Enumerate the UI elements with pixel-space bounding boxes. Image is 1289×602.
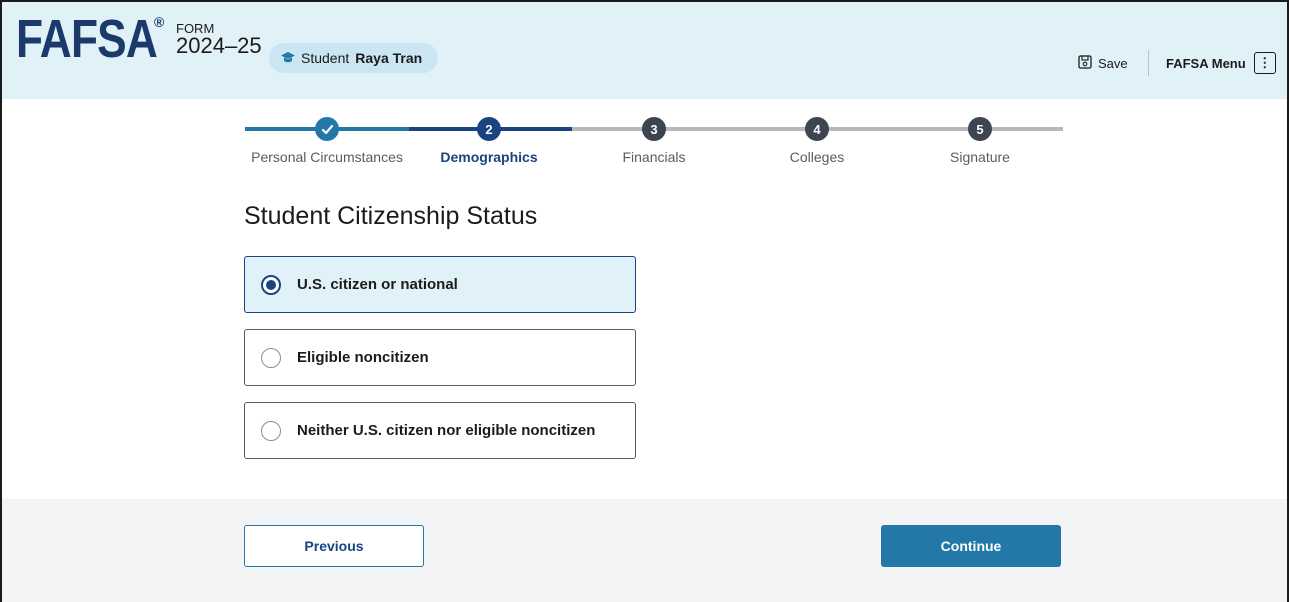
option-label: Eligible noncitizen xyxy=(297,349,429,366)
option-us-citizen[interactable]: U.S. citizen or national xyxy=(244,256,636,313)
header: FAFSA ® FORM 2024–25 Student Raya Tran S… xyxy=(2,2,1287,99)
option-label: U.S. citizen or national xyxy=(297,276,458,293)
save-disk-icon xyxy=(1078,55,1092,72)
save-button[interactable]: Save xyxy=(1078,55,1128,72)
step-4-number: 4 xyxy=(805,117,829,141)
student-badge: Student Raya Tran xyxy=(269,43,439,73)
save-label: Save xyxy=(1098,56,1128,71)
step-1-checkmark-icon xyxy=(315,117,339,141)
progress-stepper: 2 3 4 5 Personal Circumstances Demograph… xyxy=(245,114,1063,174)
fafsa-logo[interactable]: FAFSA xyxy=(16,12,158,66)
step-2-label: Demographics xyxy=(440,149,538,165)
header-divider xyxy=(1148,50,1149,76)
page-title: Student Citizenship Status xyxy=(244,202,538,230)
footer-bar xyxy=(2,499,1287,602)
previous-button[interactable]: Previous xyxy=(244,525,424,567)
option-eligible-noncitizen[interactable]: Eligible noncitizen xyxy=(244,329,636,386)
step-3-number: 3 xyxy=(642,117,666,141)
app-window: FAFSA ® FORM 2024–25 Student Raya Tran S… xyxy=(0,0,1289,602)
step-2-number: 2 xyxy=(477,117,501,141)
step-3-label: Financials xyxy=(622,149,686,165)
step-5-number: 5 xyxy=(968,117,992,141)
menu-label: FAFSA Menu xyxy=(1166,55,1246,71)
step-5-label: Signature xyxy=(950,149,1010,165)
radio-button-selected[interactable] xyxy=(261,274,281,295)
option-label: Neither U.S. citizen nor eligible noncit… xyxy=(297,422,596,439)
form-year: 2024–25 xyxy=(176,33,262,58)
continue-button[interactable]: Continue xyxy=(881,525,1061,567)
student-prefix: Student xyxy=(301,50,350,66)
student-cap-icon xyxy=(281,51,295,65)
fafsa-menu-button[interactable]: FAFSA Menu ⋮ xyxy=(1166,52,1276,74)
radio-button[interactable] xyxy=(261,347,281,368)
step-1-label: Personal Circumstances xyxy=(251,149,403,165)
registered-mark: ® xyxy=(154,14,165,30)
option-neither[interactable]: Neither U.S. citizen nor eligible noncit… xyxy=(244,402,636,459)
radio-button[interactable] xyxy=(261,420,281,441)
student-name: Raya Tran xyxy=(355,50,423,66)
vertical-dots-icon[interactable]: ⋮ xyxy=(1253,52,1276,74)
step-4-label: Colleges xyxy=(789,149,845,165)
